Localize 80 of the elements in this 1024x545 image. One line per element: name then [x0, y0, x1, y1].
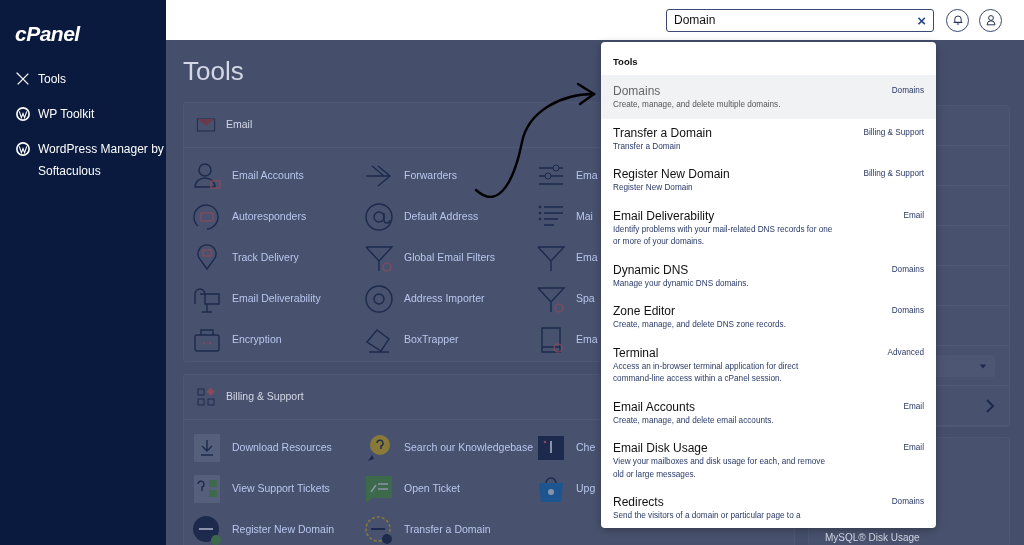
- search-result[interactable]: Redirects Send the visitors of a domain or particular page to a Domains: [601, 488, 936, 528]
- user-icon: [984, 14, 997, 26]
- result-category: Domains: [891, 305, 924, 318]
- result-title: Email Deliverability: [613, 207, 716, 224]
- grid-icon: [196, 387, 216, 407]
- ticket-icon: [364, 473, 394, 504]
- tool-link[interactable]: BoxTrapper: [364, 324, 536, 355]
- caret-icon: [979, 361, 987, 370]
- tool-link[interactable]: Email Accounts: [192, 160, 364, 191]
- tool-link[interactable]: Download Resources: [192, 432, 364, 463]
- result-title: Dynamic DNS: [613, 261, 690, 278]
- result-category: Billing & Support: [863, 126, 924, 139]
- tool-link[interactable]: View Support Tickets: [192, 473, 364, 504]
- wordpress-icon: [15, 105, 31, 122]
- result-category: Billing & Support: [863, 168, 924, 181]
- result-description: Access an in-browser terminal application for direct command-line access within a cPanel session.: [613, 360, 800, 386]
- search-result[interactable]: Transfer a Domain Transfer a Domain Billing & Support: [601, 118, 936, 161]
- sidebar-item[interactable]: WP Toolkit: [15, 102, 166, 125]
- section-title: Email: [226, 117, 253, 133]
- tool-link[interactable]: Forwarders: [364, 160, 536, 191]
- result-title: Email Accounts: [613, 398, 697, 415]
- result-description: Create, manage, and delete DNS zone records.: [613, 319, 786, 332]
- tool-link[interactable]: Search our Knowledgebase: [364, 432, 536, 463]
- search-field[interactable]: Domain ×: [666, 8, 934, 32]
- result-description: Transfer a Domain: [613, 140, 682, 153]
- tool-link[interactable]: Open Ticket: [364, 473, 536, 504]
- cpanel-logo[interactable]: cPanel: [15, 18, 166, 50]
- search-result[interactable]: Terminal Access an in-browser terminal application for direct command-line access within a cPanel session. Advanced: [601, 338, 936, 393]
- result-category: Email: [903, 209, 924, 222]
- wordpress-icon: [15, 140, 31, 157]
- tool-link[interactable]: Autoresponders: [192, 201, 364, 232]
- clear-button[interactable]: ×: [917, 12, 926, 28]
- result-category: Advanced: [887, 346, 924, 359]
- notifications-button[interactable]: [946, 8, 969, 32]
- result-description: Identify problems with your mail-related DNS records for one or more of your domains.: [613, 223, 834, 249]
- search-result[interactable]: Zone Editor Create, manage, and delete DNS zone records. Domains: [601, 297, 936, 339]
- bell-icon: [951, 14, 964, 26]
- result-category: Email: [903, 442, 924, 455]
- tool-link[interactable]: Register New Domain: [192, 514, 364, 545]
- tool-link[interactable]: Email Deliverability: [192, 283, 364, 314]
- tool-link[interactable]: Default Address: [364, 201, 536, 232]
- search-result[interactable]: Email Accounts Create, manage, and delete email accounts. Email: [601, 392, 936, 435]
- envelope-icon: [196, 115, 216, 135]
- result-title: Transfer a Domain: [613, 124, 712, 141]
- search-result[interactable]: Dynamic DNS Manage your dynamic DNS domains. Domains: [601, 255, 936, 298]
- tool-link[interactable]: Encryption: [192, 324, 364, 355]
- side-panel-item[interactable]: MySQL® Disk Usage: [809, 530, 1009, 545]
- result-category: Domains: [891, 85, 924, 98]
- search-result[interactable]: Email Disk Usage View your mailboxes and disk usage for each, and remove old or large messages. Email: [601, 434, 936, 489]
- sidebar-item[interactable]: WordPress Manager by Softaculous: [15, 137, 166, 182]
- result-description: Manage your dynamic DNS domains.: [613, 277, 749, 290]
- tool-link[interactable]: Track Delivery: [192, 242, 364, 273]
- result-title: Zone Editor: [613, 303, 676, 320]
- tool-link[interactable]: Global Email Filters: [364, 242, 536, 273]
- section-title: Billing & Support: [226, 389, 304, 405]
- result-description: Send the visitors of a domain or particular page to a: [613, 510, 801, 523]
- question-chat-icon: [192, 473, 222, 504]
- result-description: Create, manage, and delete email accounts.: [613, 414, 774, 427]
- result-category: Email: [903, 400, 924, 413]
- result-title: Register New Domain: [613, 166, 730, 183]
- tool-link[interactable]: Transfer a Domain: [364, 514, 536, 545]
- sidebar-item[interactable]: Tools: [15, 67, 166, 90]
- result-description: Create, manage, and delete multiple domains.: [613, 99, 781, 112]
- user-button[interactable]: [979, 8, 1002, 32]
- result-description: Register New Domain: [613, 182, 694, 195]
- person-icon: [192, 160, 222, 191]
- circular-envelope-icon: [192, 201, 222, 232]
- result-description: View your mailboxes and disk usage for each, and remove old or large messages.: [613, 456, 826, 481]
- result-category: Domains: [891, 263, 924, 276]
- search-result[interactable]: Register New Domain Register New Domain Billing & Support: [601, 160, 936, 202]
- search-result[interactable]: Domains Create, manage, and delete multiple domains. Domains: [601, 77, 936, 119]
- result-title: Redirects: [613, 494, 665, 511]
- result-title: Domains: [613, 83, 662, 100]
- tool-link[interactable]: Address Importer: [364, 283, 536, 314]
- result-title: Terminal: [613, 344, 660, 361]
- download-document-icon: [192, 432, 222, 463]
- page-title: Tools: [183, 55, 244, 88]
- result-title: Email Disk Usage: [613, 440, 709, 457]
- result-category: Domains: [891, 496, 924, 509]
- search-result[interactable]: Email Deliverability Identify problems with your mail-related DNS records for one or more of your domains. Email: [601, 201, 936, 256]
